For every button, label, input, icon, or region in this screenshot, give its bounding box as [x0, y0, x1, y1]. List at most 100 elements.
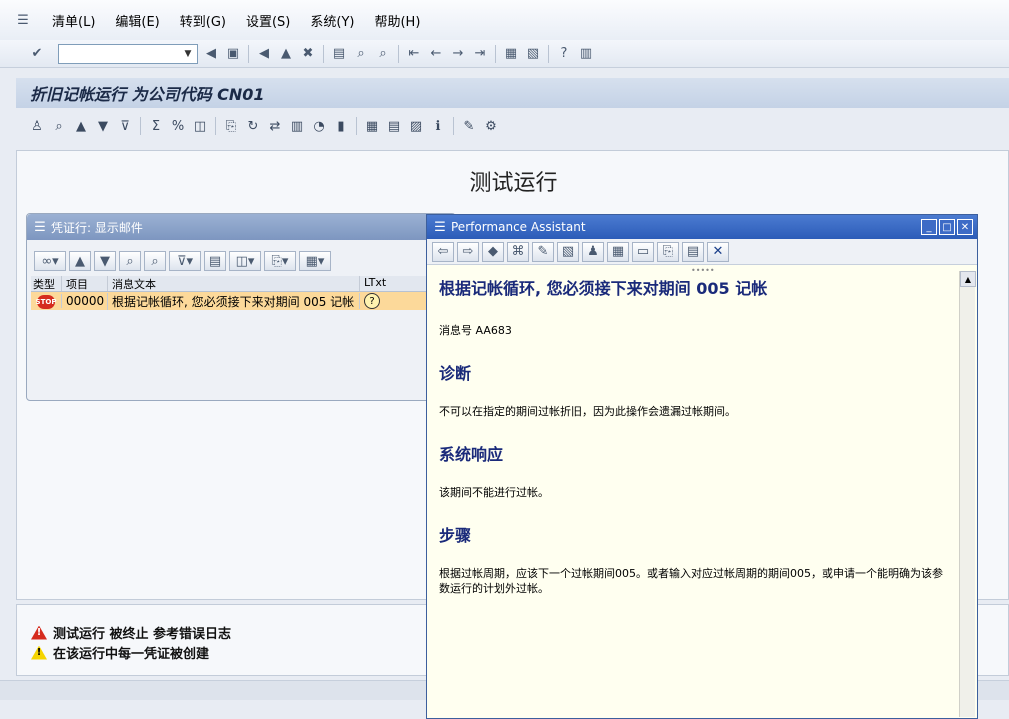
sort-asc-icon[interactable]: ▲: [72, 117, 90, 135]
scroll-up-icon[interactable]: ▲: [960, 271, 976, 287]
help-icon[interactable]: ?: [364, 293, 380, 310]
shortcut-icon[interactable]: ▧: [524, 45, 542, 63]
table-row[interactable]: STOP 00000 根据记帐循环, 您必须接下来对期间 005 记帐 ?: [31, 292, 451, 310]
section-body-system-response: 该期间不能进行过帐。: [439, 486, 549, 499]
separator: [398, 44, 399, 63]
command-field[interactable]: ▼: [58, 43, 198, 64]
layout-change-icon[interactable]: ▤: [385, 117, 403, 135]
filter-icon[interactable]: ⊽▾: [169, 251, 201, 271]
column-header-type[interactable]: 类型: [31, 276, 61, 291]
graphic-icon[interactable]: ◔: [310, 117, 328, 135]
book-icon[interactable]: ◆: [482, 241, 504, 262]
table-header: 类型 项目 消息文本 LTxt: [31, 276, 451, 292]
pa-header[interactable]: ☰ Performance Assistant _ □ ✕: [427, 215, 977, 239]
back-arrow-icon[interactable]: ◀: [202, 45, 220, 63]
layout-select-icon[interactable]: ▨: [407, 117, 425, 135]
find-icon[interactable]: ⌕: [352, 45, 370, 63]
pa-heading: 根据记帐循环, 您必须接下来对期间 005 记帐: [439, 279, 768, 298]
column-header-text[interactable]: 消息文本: [107, 276, 359, 291]
column-header-item[interactable]: 项目: [61, 276, 107, 291]
users-icon[interactable]: ♟: [582, 241, 604, 262]
menu-icon[interactable]: ☰: [14, 11, 32, 29]
filter-icon[interactable]: ⊽: [116, 117, 134, 135]
print-icon[interactable]: ▤: [204, 251, 226, 271]
minimize-icon[interactable]: _: [921, 219, 937, 235]
resize-grip[interactable]: •••••: [691, 266, 715, 275]
menu-item-list[interactable]: 清单(L): [52, 11, 95, 30]
export-icon[interactable]: ⎘: [657, 241, 679, 262]
help-icon[interactable]: ?: [555, 45, 573, 63]
window-menu-icon[interactable]: ☰: [33, 218, 47, 236]
print-icon[interactable]: ▤: [330, 45, 348, 63]
exit-icon[interactable]: ▲: [277, 45, 295, 63]
menu-item-settings[interactable]: 设置(S): [246, 11, 290, 30]
column-header-ltxt[interactable]: LTxt: [359, 276, 389, 291]
menu-item-help[interactable]: 帮助(H): [374, 11, 420, 30]
pa-toolbar: ⇦ ⇨ ◆ ⌘ ✎ ▧ ♟ ▦ ▭ ⎘ ▤ ✕: [427, 239, 977, 265]
layout-icon[interactable]: ▦▾: [299, 251, 331, 271]
details-icon[interactable]: ⌕: [50, 117, 68, 135]
menu-item-goto[interactable]: 转到(G): [180, 11, 226, 30]
vertical-scrollbar[interactable]: ▲: [959, 271, 976, 717]
page-title: 折旧记帐运行 为公司代码 CN01: [16, 78, 1009, 108]
notes-icon[interactable]: ▧: [557, 241, 579, 262]
refresh-icon[interactable]: ↻: [244, 117, 262, 135]
next-page-icon[interactable]: →: [449, 45, 467, 63]
info-icon[interactable]: ℹ: [429, 117, 447, 135]
export-icon[interactable]: ⎘: [222, 117, 240, 135]
export-icon[interactable]: ⎘▾: [264, 251, 296, 271]
maximize-icon[interactable]: □: [939, 219, 955, 235]
views-icon[interactable]: ◫: [191, 117, 209, 135]
person-icon[interactable]: ♙: [28, 117, 46, 135]
close-x-icon[interactable]: ✕: [707, 241, 729, 262]
screen-icon[interactable]: ▭: [632, 241, 654, 262]
subtotal-icon[interactable]: %: [169, 117, 187, 135]
enter-icon[interactable]: ✔: [28, 45, 46, 63]
layout-icon[interactable]: ▥: [577, 45, 595, 63]
transfer-icon[interactable]: ⇄: [266, 117, 284, 135]
column-icon[interactable]: ▥: [288, 117, 306, 135]
sort-asc-icon[interactable]: ▲: [69, 251, 91, 271]
window-menu-icon[interactable]: ☰: [433, 218, 447, 236]
back-arrow-icon[interactable]: ⇦: [432, 241, 454, 262]
menu-item-system[interactable]: 系统(Y): [310, 11, 354, 30]
sort-desc-icon[interactable]: ▼: [94, 251, 116, 271]
separator: [495, 44, 496, 63]
edit-icon[interactable]: ✎: [532, 241, 554, 262]
close-icon[interactable]: ✕: [957, 219, 973, 235]
find-next-icon[interactable]: ⌕: [374, 45, 392, 63]
status-message-text: 在该运行中每一凭证被创建: [53, 647, 210, 662]
sort-desc-icon[interactable]: ▼: [94, 117, 112, 135]
last-page-icon[interactable]: ⇥: [471, 45, 489, 63]
sum-icon[interactable]: Σ: [147, 117, 165, 135]
command-dropdown-icon[interactable]: ▼: [181, 47, 195, 61]
edit-icon[interactable]: ✎: [460, 117, 478, 135]
log-window: ☰ 凭证行: 显示邮件 ∞▾ ▲ ▼ ⌕ ⌕ ⊽▾ ▤ ◫▾ ⎘▾ ▦▾ 类型 …: [26, 213, 456, 401]
log-window-header[interactable]: ☰ 凭证行: 显示邮件: [27, 214, 455, 240]
tech-info-icon[interactable]: ⌘: [507, 241, 529, 262]
application-toolbar: ♙ ⌕ ▲ ▼ ⊽ Σ % ◫ ⎘ ↻ ⇄ ▥ ◔ ▮ ▦ ▤ ▨ ℹ ✎ ⚙: [16, 112, 1009, 140]
find-next-icon[interactable]: ⌕: [144, 251, 166, 271]
first-page-icon[interactable]: ⇤: [405, 45, 423, 63]
section-title-system-response: 系统响应: [439, 445, 504, 464]
chart-icon[interactable]: ▮: [332, 117, 350, 135]
views-icon[interactable]: ◫▾: [229, 251, 261, 271]
new-session-icon[interactable]: ▦: [502, 45, 520, 63]
ltxt-cell[interactable]: ?: [359, 292, 389, 310]
menu-item-edit[interactable]: 编辑(E): [115, 11, 159, 30]
section-title-procedure: 步骤: [439, 526, 472, 545]
table-icon[interactable]: ▦: [607, 241, 629, 262]
forward-arrow-icon[interactable]: ⇨: [457, 241, 479, 262]
save-icon[interactable]: ▣: [224, 45, 242, 63]
print-icon[interactable]: ▤: [682, 241, 704, 262]
back-icon[interactable]: ◀: [255, 45, 273, 63]
section-body-procedure: 根据过帐周期，应该下一个过帐期间005。或者输入对应过帐周期的期间005，或申请…: [439, 567, 943, 595]
cancel-icon[interactable]: ✖: [299, 45, 317, 63]
glasses-icon[interactable]: ∞▾: [34, 251, 66, 271]
type-cell: STOP: [31, 293, 61, 309]
table-icon[interactable]: ▦: [363, 117, 381, 135]
settings-icon[interactable]: ⚙: [482, 117, 500, 135]
prev-page-icon[interactable]: ←: [427, 45, 445, 63]
find-icon[interactable]: ⌕: [119, 251, 141, 271]
separator: [215, 117, 216, 135]
